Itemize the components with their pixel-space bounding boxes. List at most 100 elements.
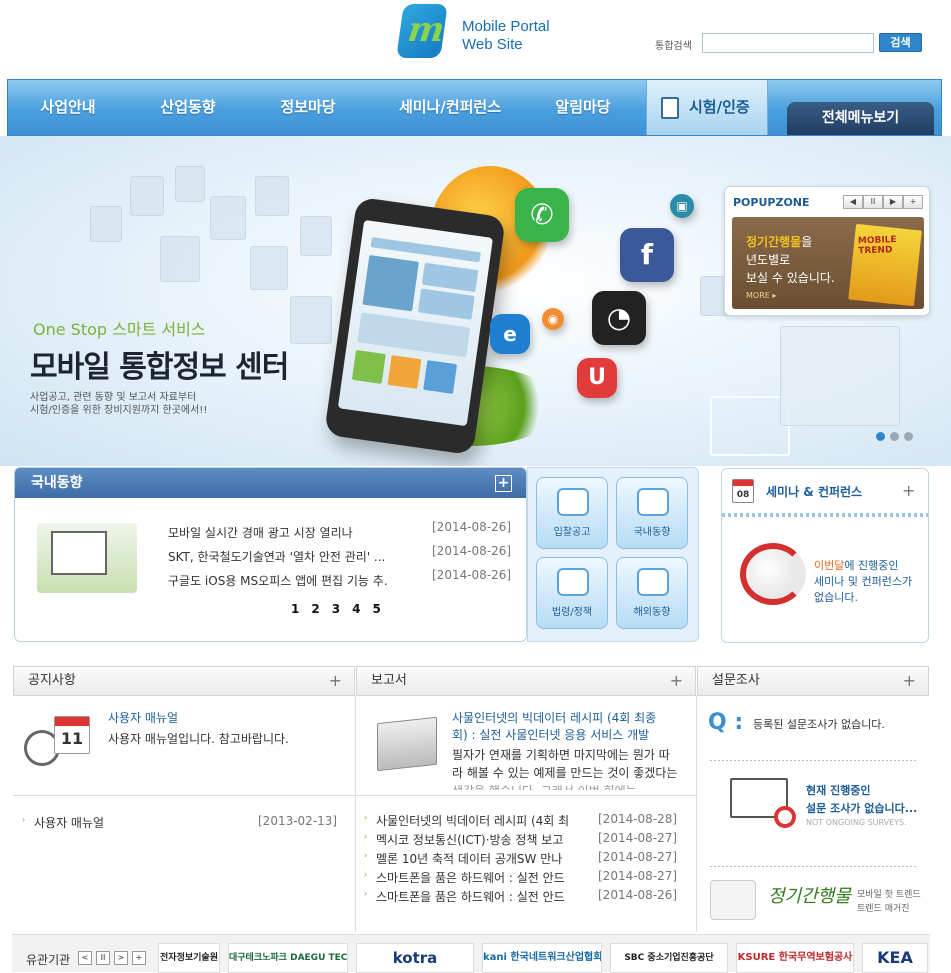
partner-logo-7[interactable]: KEA [862, 943, 928, 973]
popup-banner-line2: 년도별로 [746, 253, 791, 267]
checklist-icon [557, 568, 589, 596]
report-feature-title-line1[interactable]: 사물인터넷의 빅데이터 레시피 (4회 최종 [452, 709, 656, 726]
popup-more-link[interactable]: MORE ▸ [746, 291, 776, 300]
main-nav: 사업안내 산업동향 정보마당 세미나/컨퍼런스 알림마당 시험/인증 전체메뉴보… [7, 79, 942, 136]
popup-pause-button[interactable]: II [863, 195, 883, 209]
film-reel-icon [710, 880, 756, 920]
list-item[interactable]: SKT, 한국철도기술연과 '열차 안전 관리' ... [2014-08-26] [168, 544, 518, 568]
nav-item-business[interactable]: 사업안내 [20, 80, 116, 135]
survey-empty-message: 등록된 설문조사가 없습니다. [753, 718, 885, 731]
document-icon [661, 97, 679, 119]
seminar-more-button[interactable]: + [902, 481, 915, 500]
list-item[interactable]: › 멜론 10년 축적 데이터 공개SW 만나 [2014-08-27] [364, 850, 684, 868]
popup-controls: ◀ II ▶ + [843, 195, 925, 209]
page-5[interactable]: 5 [372, 602, 380, 616]
divider [696, 696, 697, 932]
nav-item-notice[interactable]: 알림마당 [538, 80, 628, 135]
popup-banner[interactable]: 정기간행물을 년도별로 보실 수 있습니다. MORE ▸ MOBILE TRE… [732, 217, 924, 309]
notice-feature-title[interactable]: 사용자 매뉴얼 [108, 709, 178, 726]
domestic-trends-thumbnail [37, 523, 137, 593]
list-item[interactable]: › 사용자 매뉴얼 [2013-02-13] [22, 814, 342, 832]
all-menu-button[interactable]: 전체메뉴보기 [787, 102, 934, 135]
survey-current-line1: 현재 진행중인 [806, 784, 871, 797]
related-label: 유관기관 [26, 953, 71, 967]
page-3[interactable]: 3 [332, 602, 340, 616]
quick-law-button[interactable]: 법령/정책 [536, 557, 608, 629]
periodical-line2: 트렌드 매거진 [857, 904, 910, 914]
related-more-button[interactable]: + [132, 951, 146, 965]
hero-title: 모바일 통합정보 센터 [30, 350, 289, 385]
slide-indicator-3[interactable] [904, 432, 913, 441]
quick-menu: 입찰공고 국내동향 법령/정책 해외동향 [527, 467, 699, 642]
nav-item-info[interactable]: 정보마당 [260, 80, 356, 135]
partner-logo-1[interactable]: 전자정보기술원 [158, 943, 220, 973]
logo-mark: m [396, 4, 448, 58]
survey-more-button[interactable]: + [903, 667, 916, 695]
quick-domestic-button[interactable]: 국내동향 [616, 477, 688, 549]
partner-logo-3[interactable]: kotra [356, 943, 474, 973]
domestic-trends-title: 국내동향 [31, 475, 83, 491]
notice-feature-desc: 사용자 매뉴얼입니다. 참고바랍니다. [108, 732, 289, 746]
quick-bid-button[interactable]: 입찰공고 [536, 477, 608, 549]
chat-bubble-icon [557, 488, 589, 516]
divider [355, 696, 356, 932]
related-organizations-bar: 유관기관 < II > + 전자정보기술원 대구테크노파크 DAEGU TECH… [12, 934, 930, 973]
slide-indicator-1[interactable] [876, 432, 885, 441]
report-feature-desc-line2: 라 해볼 수 있는 예제를 만드는 것이 좋겠다는 [452, 766, 678, 780]
popup-zone: POPUPZONE ◀ II ▶ + 정기간행물을 년도별로 보실 수 있습니다… [724, 186, 930, 316]
list-item[interactable]: › 멕시코 정보통신(ICT)·방송 정책 보고 [2014-08-27] [364, 831, 684, 849]
list-item[interactable]: 모바일 실시간 경매 광고 시장 열리나 [2014-08-26] [168, 520, 518, 544]
divider [722, 513, 928, 517]
nav-item-certification[interactable]: 시험/인증 [646, 80, 768, 135]
site-header: m Mobile Portal Web Site 통합검색 검색 [0, 0, 951, 80]
related-next-button[interactable]: > [114, 951, 128, 965]
notice-more-button[interactable]: + [329, 667, 342, 695]
nav-item-seminar[interactable]: 세미나/컨퍼런스 [380, 80, 520, 135]
page-1[interactable]: 1 [291, 602, 299, 616]
hero-description-line2: 시험/인증을 위한 장비지원까지 한곳에서!! [30, 405, 208, 416]
calendar-clock-icon: 11 [24, 716, 92, 776]
list-item[interactable]: › 사물인터넷의 빅데이터 레시피 (4회 최 [2014-08-28] [364, 812, 684, 830]
partner-logo-6[interactable]: KSURE 한국무역보험공사 [736, 943, 854, 973]
partner-logo-5[interactable]: SBC 중소기업진흥공단 [610, 943, 728, 973]
popup-more-button[interactable]: + [903, 195, 923, 209]
quick-overseas-button[interactable]: 해외동향 [616, 557, 688, 629]
page-4[interactable]: 4 [352, 602, 360, 616]
bus-icon: ▣ [670, 194, 694, 218]
partner-logo-2[interactable]: 대구테크노파크 DAEGU TECHNOPARK [228, 943, 348, 973]
report-header: 보고서 + [356, 666, 696, 696]
popup-next-button[interactable]: ▶ [883, 195, 903, 209]
divider [710, 760, 918, 761]
periodical-logo[interactable]: 정기간행물 [768, 882, 851, 908]
domestic-pagination: 12345 [291, 602, 393, 616]
list-item[interactable]: 구글도 iOS용 MS오피스 앱에 편집 기능 추... [2014-08-26] [168, 568, 518, 592]
divider [13, 795, 355, 796]
seminar-title: 세미나 & 컨퍼런스 [766, 485, 863, 499]
hero-subtitle: One Stop 스마트 서비스 [33, 320, 206, 339]
newspaper-icon [637, 488, 669, 516]
notice-header: 공지사항 + [13, 666, 355, 696]
chat-icon: ◔ [592, 291, 646, 345]
whatsapp-icon: ✆ [515, 188, 569, 242]
list-item[interactable]: › 스마트폰을 품은 하드웨어 : 실전 안드 [2014-08-26] [364, 888, 684, 906]
list-item[interactable]: › 스마트폰을 품은 하드웨어 : 실전 안드 [2014-08-27] [364, 869, 684, 887]
nav-item-industry[interactable]: 산업동향 [140, 80, 236, 135]
related-pause-button[interactable]: II [96, 951, 110, 965]
partner-logo-4[interactable]: kani 한국네트워크산업협회 [482, 943, 602, 973]
logo-line1: Mobile Portal [462, 18, 550, 35]
popup-banner-line1: 정기간행물을 [746, 235, 813, 249]
domestic-more-button[interactable]: + [495, 475, 512, 492]
report-feature-title-line2[interactable]: 회) : 실전 사물인터넷 응용 서비스 개발 [452, 726, 649, 743]
search-button[interactable]: 검색 [879, 33, 922, 52]
explorer-icon: e [490, 314, 530, 354]
site-logo[interactable]: m Mobile Portal Web Site [396, 4, 560, 62]
page-2[interactable]: 2 [311, 602, 319, 616]
report-more-button[interactable]: + [670, 667, 683, 695]
related-prev-button[interactable]: < [78, 951, 92, 965]
slide-indicator-2[interactable] [890, 432, 899, 441]
popup-zone-title: POPUPZONE [733, 196, 810, 209]
search-input[interactable] [702, 33, 874, 53]
popup-prev-button[interactable]: ◀ [843, 195, 863, 209]
magazine-cover-image: MOBILE TREND [848, 223, 922, 307]
seminar-message-line2: 세미나 및 컨퍼런스가 [814, 575, 913, 588]
